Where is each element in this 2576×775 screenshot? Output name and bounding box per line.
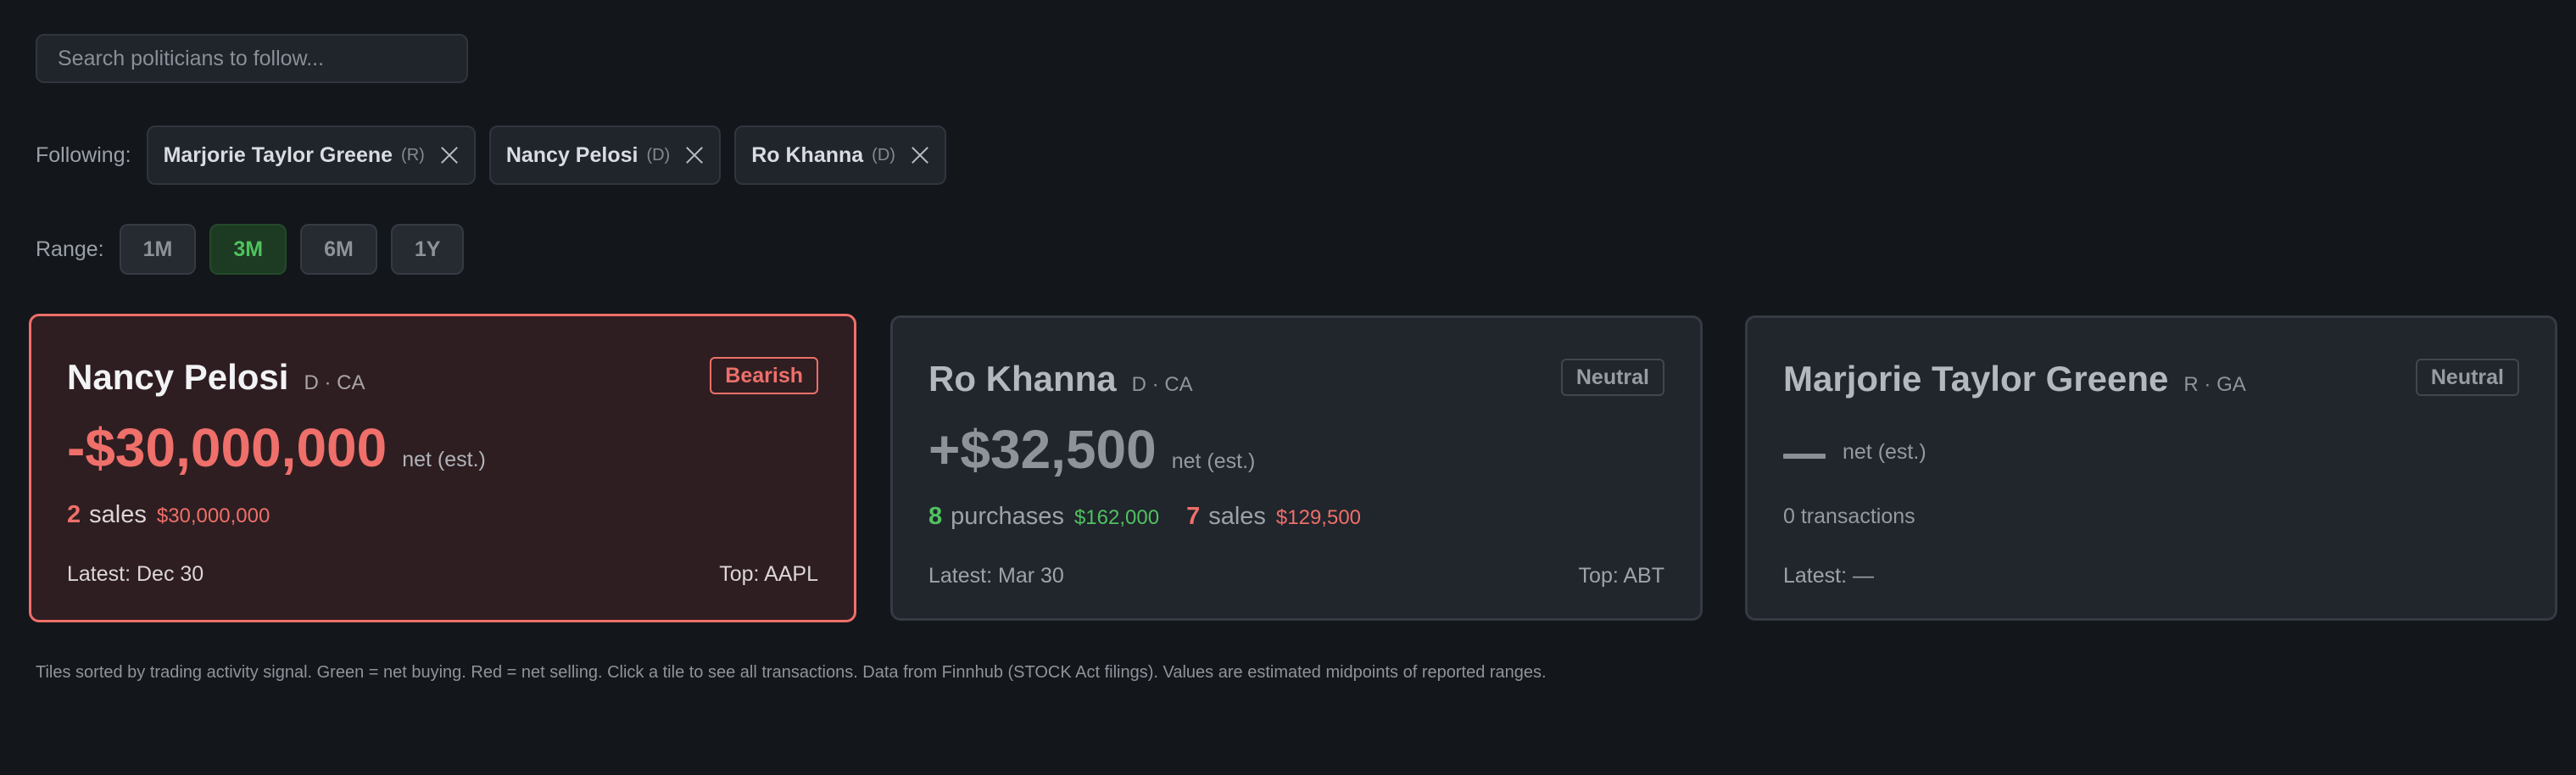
net-label: net (est.) [402,448,486,471]
politician-name: Nancy Pelosi [67,357,289,397]
politician-tile-greene[interactable]: Marjorie Taylor Greene R · GA Neutral ne… [1745,315,2557,621]
following-chip-greene[interactable]: Marjorie Taylor Greene (R) [146,125,476,185]
sales-count: 7 [1186,503,1201,530]
chip-name: Marjorie Taylor Greene [163,142,393,167]
politician-name: Ro Khanna [928,359,1117,399]
politician-name: Marjorie Taylor Greene [1783,359,2169,399]
range-button-1m[interactable]: 1M [119,224,197,275]
page: Search politicians to follow... Followin… [0,0,2576,775]
range-button-3m[interactable]: 3M [209,224,287,275]
close-icon[interactable] [911,146,929,164]
latest-date: Latest: Mar 30 [928,564,1064,588]
sales-amount: $30,000,000 [156,505,270,527]
trade-stats: 8 purchases $162,000 7 sales $129,500 [928,503,1388,531]
sales-count: 2 [67,501,81,528]
purchases-word: purchases [951,503,1064,530]
signal-badge: Neutral [1560,359,1664,396]
no-value-dash [1783,454,1826,459]
following-row: Following: Marjorie Taylor Greene (R) Na… [36,125,960,185]
net-label: net (est.) [1171,449,1256,473]
top-ticker: Top: AAPL [719,562,818,586]
chip-name: Nancy Pelosi [505,142,638,167]
chip-party: (D) [646,145,671,164]
range-button-6m[interactable]: 6M [300,224,377,275]
tile-header: Nancy Pelosi D · CA [67,357,365,398]
range-button-1y[interactable]: 1Y [390,224,465,275]
following-label: Following: [36,142,131,167]
chip-party: (D) [872,145,895,164]
sales-word: sales [89,501,147,528]
search-input[interactable]: Search politicians to follow... [36,34,468,83]
footnote: Tiles sorted by trading activity signal.… [36,663,1547,682]
trade-stats: 2 sales $30,000,000 [67,501,297,529]
sales-amount: $129,500 [1275,506,1362,529]
net-value-row: -$30,000,000 net (est.) [67,416,486,479]
purchases-count: 8 [928,503,943,530]
sales-word: sales [1208,503,1266,530]
latest-date: Latest: — [1783,564,1874,588]
following-chip-khanna[interactable]: Ro Khanna (D) [734,125,946,185]
chip-name: Ro Khanna [751,142,864,167]
net-amount: -$30,000,000 [67,417,388,478]
transaction-count: 0 transactions [1783,505,1915,528]
tile-header: Marjorie Taylor Greene R · GA [1783,359,2246,399]
close-icon[interactable] [685,146,704,164]
politician-tile-pelosi[interactable]: Nancy Pelosi D · CA Bearish -$30,000,000… [29,314,856,622]
net-value-row: +$32,500 net (est.) [928,418,1255,481]
latest-date: Latest: Dec 30 [67,562,204,586]
close-icon[interactable] [440,146,459,164]
party-state: D · CA [304,371,365,394]
party-state: R · GA [2183,373,2246,396]
party-state: D · CA [1131,373,1193,396]
chip-party: (R) [401,145,425,164]
politician-tile-khanna[interactable]: Ro Khanna D · CA Neutral +$32,500 net (e… [890,315,1703,621]
signal-badge: Bearish [710,357,818,394]
following-chip-pelosi[interactable]: Nancy Pelosi (D) [488,125,722,185]
tile-header: Ro Khanna D · CA [928,359,1193,399]
range-label: Range: [36,237,104,261]
range-row: Range: 1M 3M 6M 1Y [36,224,477,275]
signal-badge: Neutral [2415,359,2519,396]
purchases-amount: $162,000 [1073,506,1160,529]
top-ticker: Top: ABT [1578,564,1664,588]
net-amount: +$32,500 [928,419,1157,480]
net-label: net (est.) [1843,440,1926,464]
